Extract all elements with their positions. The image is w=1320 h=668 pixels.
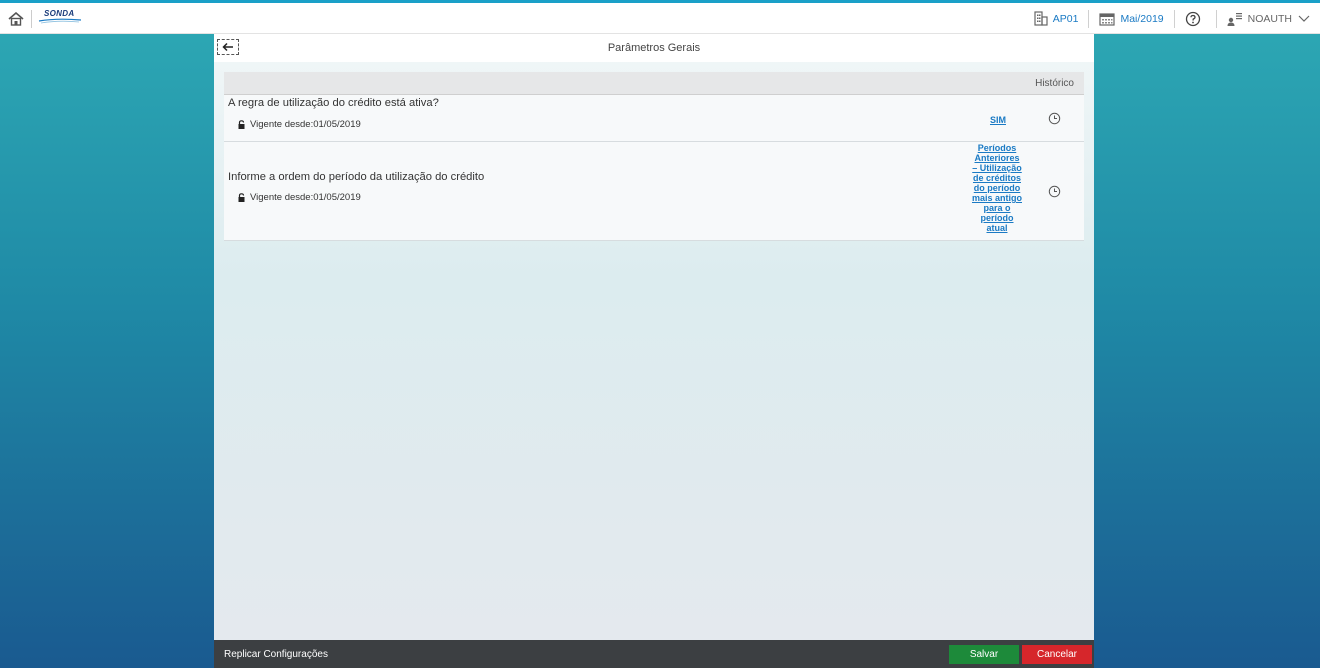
table-header: Histórico bbox=[224, 72, 1084, 95]
help-button[interactable] bbox=[1175, 3, 1216, 34]
company-label: AP01 bbox=[1052, 12, 1079, 25]
history-clock-icon[interactable] bbox=[1048, 112, 1061, 125]
footer-bar: Replicar Configurações Salvar Cancelar bbox=[214, 640, 1094, 668]
top-bar: SONDA AP01 Mai/2019 NOAUTH bbox=[0, 0, 1320, 34]
question-text: Informe a ordem do período da utilização… bbox=[228, 171, 485, 183]
vigente-info: Vigente desde:01/05/2019 bbox=[238, 192, 361, 203]
content-panel: Parâmetros Gerais Histórico A regra de u… bbox=[214, 34, 1094, 640]
lock-icon bbox=[238, 193, 245, 202]
panel-header: Parâmetros Gerais bbox=[214, 34, 1094, 62]
user-menu[interactable]: NOAUTH bbox=[1217, 3, 1320, 34]
vigente-text: Vigente desde:01/05/2019 bbox=[250, 192, 361, 203]
history-clock-icon[interactable] bbox=[1048, 185, 1061, 198]
lock-icon bbox=[238, 120, 245, 129]
user-label: NOAUTH bbox=[1247, 12, 1292, 25]
user-icon bbox=[1227, 12, 1242, 26]
logo-divider bbox=[31, 10, 32, 28]
cancel-button[interactable]: Cancelar bbox=[1022, 645, 1092, 664]
building-icon bbox=[1034, 11, 1048, 26]
company-selector[interactable]: AP01 bbox=[1024, 3, 1089, 34]
parameters-table: Histórico A regra de utilização do crédi… bbox=[224, 72, 1084, 241]
save-button[interactable]: Salvar bbox=[949, 645, 1019, 664]
value-link-sim[interactable]: SIM bbox=[976, 115, 1020, 125]
vigente-text: Vigente desde:01/05/2019 bbox=[250, 119, 361, 130]
sonda-logo: SONDA bbox=[37, 9, 83, 25]
home-icon[interactable] bbox=[8, 11, 24, 26]
replicate-config-button[interactable]: Replicar Configurações bbox=[224, 649, 328, 660]
table-row: Informe a ordem do período da utilização… bbox=[224, 142, 1084, 241]
calendar-icon bbox=[1099, 12, 1116, 26]
page-title: Parâmetros Gerais bbox=[607, 42, 701, 54]
historico-column-header: Histórico bbox=[1035, 78, 1074, 89]
value-link-period-order[interactable]: Períodos Anteriores – Utilização de créd… bbox=[946, 143, 1048, 233]
vigente-info: Vigente desde:01/05/2019 bbox=[238, 119, 361, 130]
chevron-down-icon bbox=[1298, 15, 1310, 22]
question-text: A regra de utilização do crédito está at… bbox=[228, 97, 439, 109]
period-selector[interactable]: Mai/2019 bbox=[1089, 3, 1173, 34]
period-label: Mai/2019 bbox=[1120, 12, 1164, 25]
table-row: A regra de utilização do crédito está at… bbox=[224, 95, 1084, 142]
help-icon bbox=[1185, 11, 1200, 26]
